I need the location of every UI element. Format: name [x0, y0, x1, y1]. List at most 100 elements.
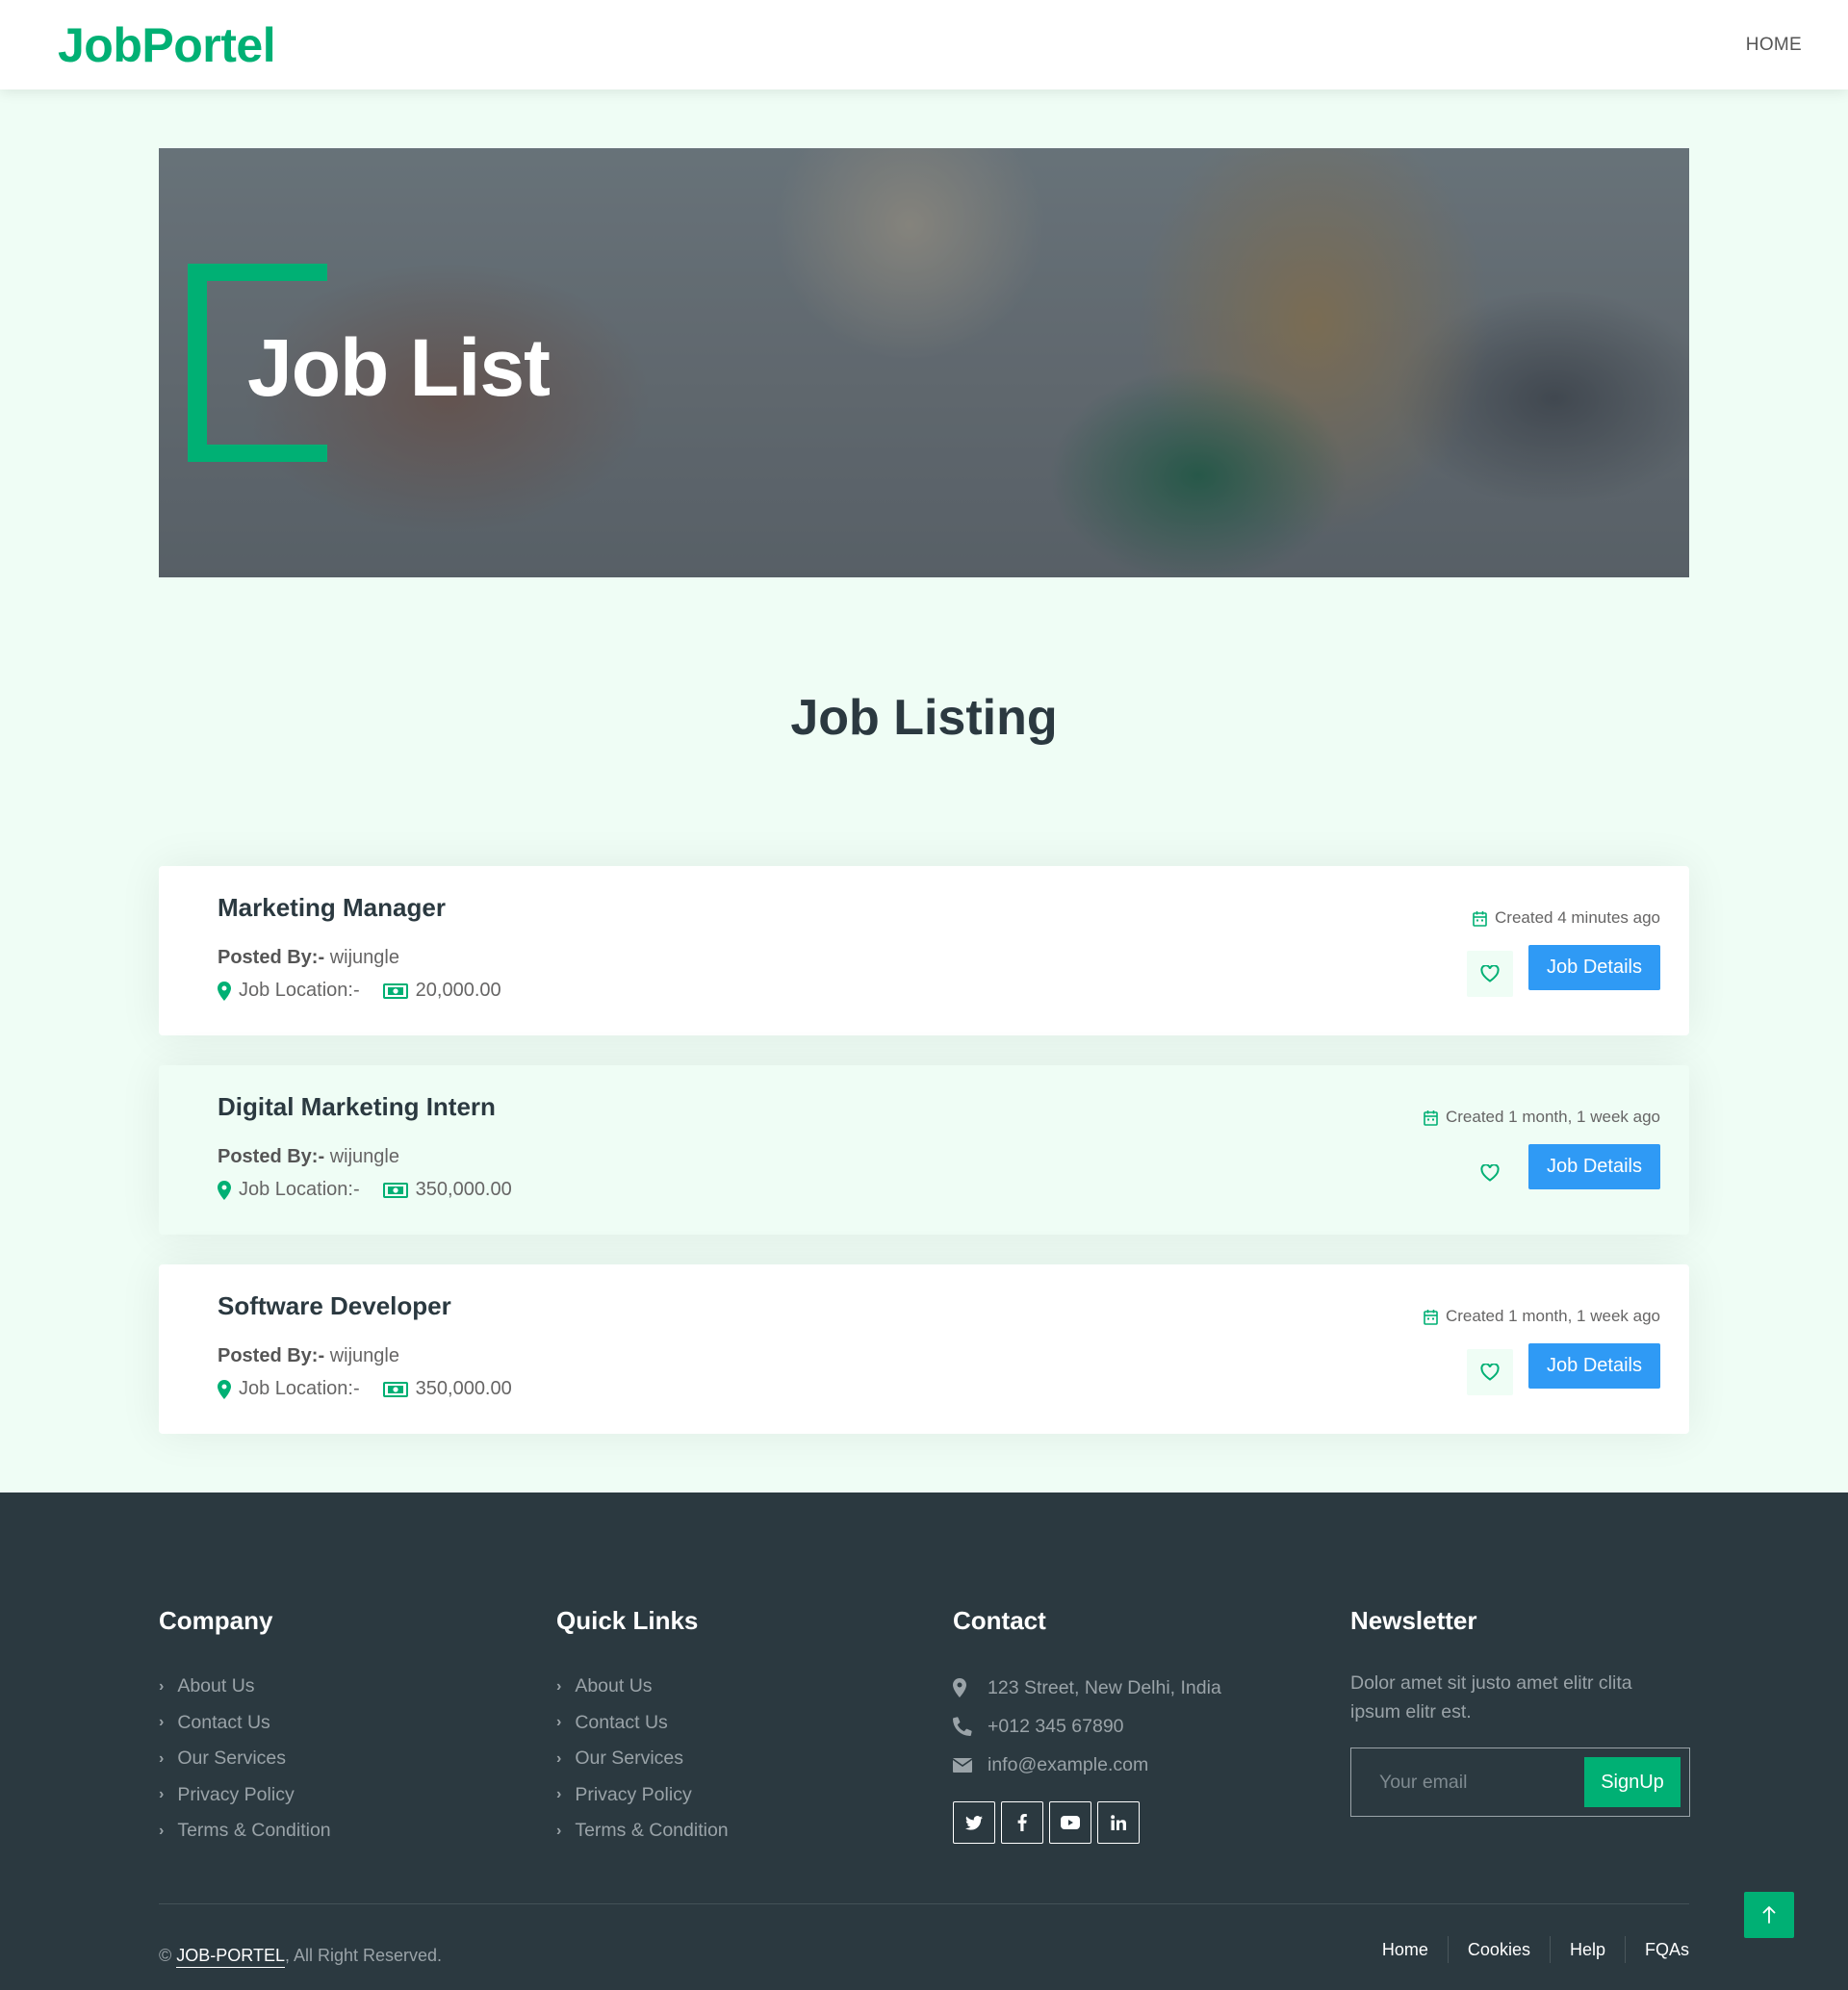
- job-details-button[interactable]: Job Details: [1528, 945, 1660, 990]
- job-card: Software Developer Posted By:- wijungle …: [159, 1264, 1689, 1434]
- footer: Company › About Us › Contact Us › Our Servi…: [0, 1492, 1848, 1990]
- favorite-button[interactable]: [1467, 951, 1513, 997]
- footer-menu-cookies[interactable]: Cookies: [1449, 1936, 1551, 1963]
- hero-title: Job List: [247, 322, 551, 413]
- footer-link-label: Terms & Condition: [575, 1820, 729, 1842]
- footer-contact-title: Contact: [953, 1606, 1046, 1635]
- job-salary-value: 20,000.00: [415, 980, 501, 1001]
- chevron-right-icon: ›: [556, 1749, 562, 1767]
- posted-by-label: Posted By:-: [218, 1345, 325, 1366]
- contact-address-text: 123 Street, New Delhi, India: [988, 1676, 1221, 1698]
- arrow-up-icon: [1762, 1906, 1776, 1924]
- footer-menu-fqas[interactable]: FQAs: [1626, 1936, 1689, 1963]
- listing-title: Job Listing: [790, 690, 1058, 746]
- chevron-right-icon: ›: [159, 1786, 165, 1803]
- brand-logo[interactable]: JobPortel: [58, 17, 276, 73]
- newsletter-email-input[interactable]: [1363, 1758, 1575, 1806]
- posted-by-value: wijungle: [329, 947, 399, 968]
- back-to-top-button[interactable]: [1744, 1892, 1794, 1938]
- job-created: Created 1 month, 1 week ago: [1424, 1307, 1660, 1326]
- footer-newsletter-title: Newsletter: [1350, 1606, 1477, 1635]
- navbar: JobPortel HOME: [0, 0, 1848, 89]
- footer-quick-links: Quick Links › About Us › Contact Us › Our S…: [556, 1606, 729, 1850]
- job-created: Created 4 minutes ago: [1473, 908, 1660, 928]
- chevron-right-icon: ›: [556, 1786, 562, 1803]
- footer-quick-links-list: › About Us › Contact Us › Our Services › Pri…: [556, 1669, 729, 1850]
- footer-link[interactable]: › Contact Us: [159, 1705, 331, 1742]
- copyright-suffix: , All Right Reserved.: [284, 1946, 443, 1965]
- newsletter-text: Dolor amet sit justo amet elitr clita ip…: [1350, 1672, 1632, 1722]
- money-bill-icon: [382, 1182, 408, 1198]
- footer-link-label: Privacy Policy: [177, 1783, 295, 1805]
- job-card: Digital Marketing Intern Posted By:- wij…: [159, 1065, 1689, 1235]
- contact-email: info@example.com: [953, 1746, 1221, 1784]
- job-title[interactable]: Software Developer: [218, 1291, 451, 1321]
- facebook-icon[interactable]: [1001, 1801, 1043, 1844]
- calendar-icon: [1424, 1110, 1438, 1126]
- copyright-brand-link[interactable]: JOB-PORTEL: [176, 1946, 285, 1968]
- footer-link[interactable]: › Our Services: [159, 1741, 331, 1777]
- footer-link[interactable]: › Privacy Policy: [159, 1777, 331, 1814]
- job-details-button[interactable]: Job Details: [1528, 1144, 1660, 1189]
- footer-link[interactable]: › Our Services: [556, 1741, 729, 1777]
- map-marker-icon: [218, 1180, 231, 1200]
- footer-contact: Contact 123 Street, New Delhi, India +01…: [953, 1606, 1221, 1844]
- favorite-button[interactable]: [1467, 1349, 1513, 1395]
- job-location: Job Location:-: [218, 980, 360, 1002]
- chevron-right-icon: ›: [159, 1677, 165, 1695]
- job-details-button[interactable]: Job Details: [1528, 1343, 1660, 1389]
- job-created-text: Created 1 month, 1 week ago: [1445, 1108, 1660, 1126]
- footer-link[interactable]: › Contact Us: [556, 1705, 729, 1742]
- job-salary: 350,000.00: [382, 1378, 512, 1400]
- calendar-icon: [1473, 910, 1487, 927]
- posted-by-value: wijungle: [329, 1146, 399, 1167]
- chevron-right-icon: ›: [159, 1714, 165, 1731]
- footer-link[interactable]: › Terms & Condition: [556, 1813, 729, 1850]
- money-bill-icon: [382, 982, 408, 999]
- footer-menu: Home Cookies Help FQAs: [1363, 1936, 1689, 1963]
- contact-phone-text: +012 345 67890: [988, 1715, 1124, 1737]
- job-created-text: Created 4 minutes ago: [1495, 908, 1660, 927]
- nav-home-link[interactable]: HOME: [1746, 35, 1802, 56]
- footer-link-label: Our Services: [177, 1748, 287, 1770]
- chevron-right-icon: ›: [159, 1822, 165, 1839]
- footer-link-label: Contact Us: [177, 1711, 270, 1733]
- footer-link[interactable]: › Terms & Condition: [159, 1813, 331, 1850]
- job-location: Job Location:-: [218, 1179, 360, 1201]
- youtube-icon[interactable]: [1049, 1801, 1091, 1844]
- job-posted-by: Posted By:- wijungle: [218, 947, 399, 969]
- job-created: Created 1 month, 1 week ago: [1424, 1108, 1660, 1127]
- footer-company-title: Company: [159, 1606, 273, 1635]
- footer-link-label: Our Services: [575, 1748, 684, 1770]
- footer-link[interactable]: › About Us: [556, 1669, 729, 1705]
- social-links: [953, 1801, 1221, 1844]
- job-title[interactable]: Marketing Manager: [218, 893, 446, 923]
- twitter-icon[interactable]: [953, 1801, 995, 1844]
- job-meta: Job Location:- 20,000.00: [218, 980, 501, 1002]
- job-salary-value: 350,000.00: [415, 1179, 512, 1200]
- footer-link[interactable]: › Privacy Policy: [556, 1777, 729, 1814]
- newsletter-signup-button[interactable]: SignUp: [1584, 1757, 1681, 1807]
- footer-menu-help[interactable]: Help: [1551, 1936, 1626, 1963]
- job-salary: 20,000.00: [382, 980, 501, 1002]
- contact-phone: +012 345 67890: [953, 1707, 1221, 1746]
- calendar-icon: [1424, 1309, 1438, 1325]
- job-card: Marketing Manager Posted By:- wijungle J…: [159, 866, 1689, 1035]
- footer-link-label: Contact Us: [575, 1711, 668, 1733]
- posted-by-label: Posted By:-: [218, 1146, 325, 1167]
- job-title[interactable]: Digital Marketing Intern: [218, 1092, 496, 1122]
- linkedin-icon[interactable]: [1097, 1801, 1140, 1844]
- chevron-right-icon: ›: [159, 1749, 165, 1767]
- footer-menu-home[interactable]: Home: [1363, 1936, 1449, 1963]
- footer-link[interactable]: › About Us: [159, 1669, 331, 1705]
- hero-banner: Job List: [159, 148, 1689, 577]
- job-salary-value: 350,000.00: [415, 1378, 512, 1399]
- job-meta: Job Location:- 350,000.00: [218, 1179, 512, 1201]
- footer-link-label: Terms & Condition: [177, 1820, 331, 1842]
- map-marker-icon: [953, 1678, 966, 1697]
- job-posted-by: Posted By:- wijungle: [218, 1345, 399, 1367]
- favorite-button[interactable]: [1467, 1150, 1513, 1196]
- job-created-text: Created 1 month, 1 week ago: [1445, 1307, 1660, 1325]
- job-location: Job Location:-: [218, 1378, 360, 1400]
- chevron-right-icon: ›: [556, 1714, 562, 1731]
